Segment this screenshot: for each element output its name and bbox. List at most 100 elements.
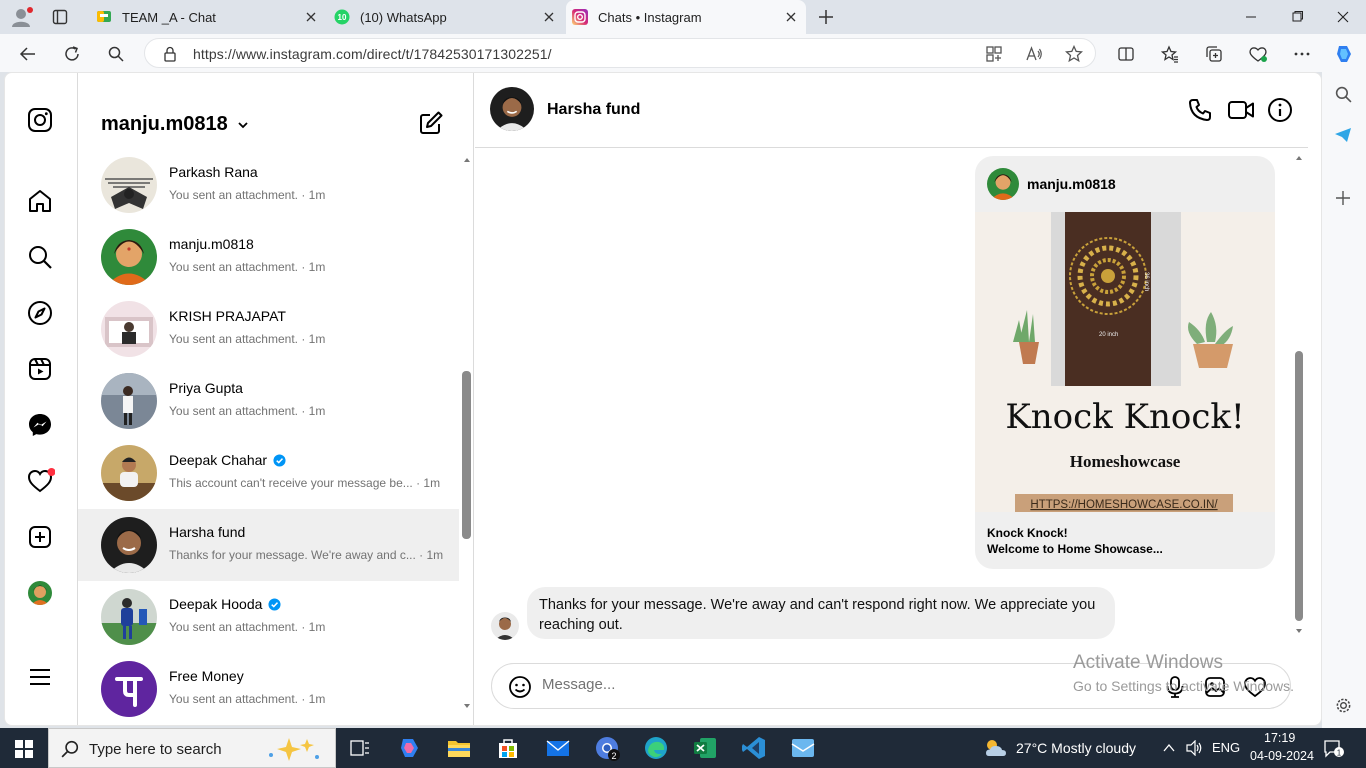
- search-icon[interactable]: [102, 40, 130, 68]
- video-call-icon[interactable]: [1227, 97, 1254, 123]
- chevron-up-icon[interactable]: [1162, 742, 1176, 754]
- close-window-button[interactable]: [1320, 0, 1366, 34]
- tab-instagram[interactable]: Chats • Instagram: [566, 0, 806, 34]
- shared-post-caption: Welcome to Home Showcase...: [987, 542, 1163, 556]
- notification-center-icon[interactable]: 1: [1323, 739, 1345, 759]
- emoji-icon[interactable]: [508, 675, 532, 699]
- new-tab-button[interactable]: [816, 7, 836, 27]
- message-input[interactable]: [542, 676, 1062, 693]
- profile-icon[interactable]: [10, 6, 34, 28]
- microsoft-store-icon[interactable]: [494, 734, 522, 762]
- conversation-item-active[interactable]: Harsha fund Thanks for your message. We'…: [78, 509, 459, 581]
- messenger-icon[interactable]: [27, 412, 53, 438]
- inbox-scrollbar-thumb[interactable]: [462, 371, 471, 539]
- tab-actions-icon[interactable]: [52, 9, 68, 25]
- whatsapp-icon: 10: [334, 9, 350, 25]
- avatar: [101, 589, 157, 645]
- avatar: [101, 229, 157, 285]
- favorite-star-icon[interactable]: [1065, 45, 1083, 63]
- like-heart-icon[interactable]: [1243, 675, 1267, 699]
- add-photo-icon[interactable]: [1203, 675, 1227, 699]
- add-icon[interactable]: [1335, 190, 1351, 206]
- volume-icon[interactable]: [1185, 740, 1203, 756]
- conversation-item[interactable]: Deepak Chahar This account can't receive…: [78, 437, 459, 509]
- avatar: [101, 445, 157, 501]
- more-menu-icon[interactable]: [27, 664, 53, 690]
- conversation-info-icon[interactable]: [1267, 97, 1293, 123]
- conversation-preview: You sent an attachment. · 1m: [169, 188, 326, 202]
- vscode-icon[interactable]: [740, 734, 768, 762]
- url-text[interactable]: https://www.instagram.com/direct/t/17842…: [193, 46, 552, 62]
- avatar: [987, 168, 1019, 200]
- settings-gear-icon[interactable]: [1335, 697, 1352, 714]
- verified-badge-icon: [273, 453, 286, 467]
- app-available-icon[interactable]: [985, 45, 1003, 63]
- conversation-item[interactable]: Free Money You sent an attachment. · 1m: [78, 653, 459, 725]
- conversation-preview: You sent an attachment. · 1m: [169, 620, 326, 634]
- conversation-item[interactable]: KRISH PRAJAPAT You sent an attachment. ·…: [78, 293, 459, 365]
- favorites-icon[interactable]: [1156, 40, 1184, 68]
- shared-post-image[interactable]: 36 inch 20 inch Knock Knock! Homeshowcas…: [975, 212, 1275, 512]
- more-menu-icon[interactable]: [1288, 40, 1316, 68]
- windows-start-icon[interactable]: [15, 740, 33, 758]
- close-icon[interactable]: [542, 10, 556, 24]
- telegram-icon[interactable]: [1334, 126, 1352, 144]
- refresh-button[interactable]: [58, 40, 86, 68]
- maximize-button[interactable]: [1274, 0, 1320, 34]
- weather-text[interactable]: 27°C Mostly cloudy: [1016, 740, 1136, 756]
- svg-text:Knock Knock!: Knock Knock!: [1005, 397, 1244, 437]
- explore-compass-icon[interactable]: [27, 300, 53, 326]
- account-switcher[interactable]: manju.m0818: [101, 113, 250, 136]
- reels-icon[interactable]: [27, 356, 53, 382]
- lock-icon[interactable]: [163, 46, 177, 62]
- sender-avatar[interactable]: [491, 612, 519, 640]
- shared-post-username[interactable]: manju.m0818: [1027, 176, 1116, 192]
- weather-icon[interactable]: [983, 737, 1009, 759]
- excel-icon[interactable]: [691, 734, 719, 762]
- taskbar-search-box[interactable]: Type here to search: [48, 728, 336, 768]
- tab-team-chat[interactable]: TEAM _A - Chat: [86, 0, 326, 34]
- search-icon[interactable]: [1335, 86, 1352, 103]
- chrome-icon[interactable]: 2: [593, 734, 621, 762]
- clock-date[interactable]: 04-09-2024: [1250, 749, 1314, 763]
- conversation-item[interactable]: manju.m0818 You sent an attachment. · 1m: [78, 221, 459, 293]
- language-indicator[interactable]: ENG: [1212, 740, 1240, 755]
- back-button[interactable]: [14, 40, 42, 68]
- close-icon[interactable]: [784, 10, 798, 24]
- split-screen-icon[interactable]: [1112, 40, 1140, 68]
- task-view-icon[interactable]: [346, 734, 374, 762]
- new-message-icon[interactable]: [418, 110, 444, 136]
- clock-time[interactable]: 17:19: [1264, 731, 1295, 745]
- url-bar[interactable]: https://www.instagram.com/direct/t/17842…: [144, 38, 1096, 68]
- home-icon[interactable]: [27, 188, 53, 214]
- copilot-icon[interactable]: [1330, 40, 1358, 68]
- minimize-button[interactable]: [1228, 0, 1274, 34]
- chat-title[interactable]: Harsha fund: [547, 101, 640, 119]
- tab-whatsapp[interactable]: 10 (10) WhatsApp: [326, 0, 564, 34]
- svg-text:36 inch: 36 inch: [1143, 272, 1149, 291]
- copilot-taskbar-icon[interactable]: [396, 734, 424, 762]
- shared-post-card[interactable]: manju.m0818 36 inch 20 inch Knock Knock!…: [975, 156, 1275, 569]
- phone-call-icon[interactable]: [1187, 97, 1213, 123]
- search-icon[interactable]: [27, 244, 53, 270]
- instagram-logo-icon[interactable]: [27, 107, 53, 133]
- conversation-item[interactable]: Deepak Hooda You sent an attachment. · 1…: [78, 581, 459, 653]
- chat-avatar[interactable]: [490, 87, 534, 131]
- conversation-item[interactable]: Priya Gupta You sent an attachment. · 1m: [78, 365, 459, 437]
- conversation-item[interactable]: Parkash Rana You sent an attachment. · 1…: [78, 149, 459, 221]
- mail-app-icon[interactable]: [789, 734, 817, 762]
- profile-avatar[interactable]: [28, 581, 52, 605]
- microphone-icon[interactable]: [1163, 675, 1187, 699]
- conversation-preview: You sent an attachment. · 1m: [169, 332, 326, 346]
- received-message-bubble[interactable]: Thanks for your message. We're away and …: [527, 587, 1115, 639]
- browser-essentials-icon[interactable]: [1244, 40, 1272, 68]
- collections-icon[interactable]: [1200, 40, 1228, 68]
- edge-icon[interactable]: [642, 734, 670, 762]
- chat-scrollbar-thumb[interactable]: [1295, 351, 1303, 621]
- file-explorer-icon[interactable]: [445, 734, 473, 762]
- read-aloud-icon[interactable]: [1025, 45, 1043, 63]
- close-icon[interactable]: [304, 10, 318, 24]
- create-post-icon[interactable]: [27, 524, 53, 550]
- mail-icon[interactable]: [544, 734, 572, 762]
- notifications-heart-icon[interactable]: [27, 468, 55, 494]
